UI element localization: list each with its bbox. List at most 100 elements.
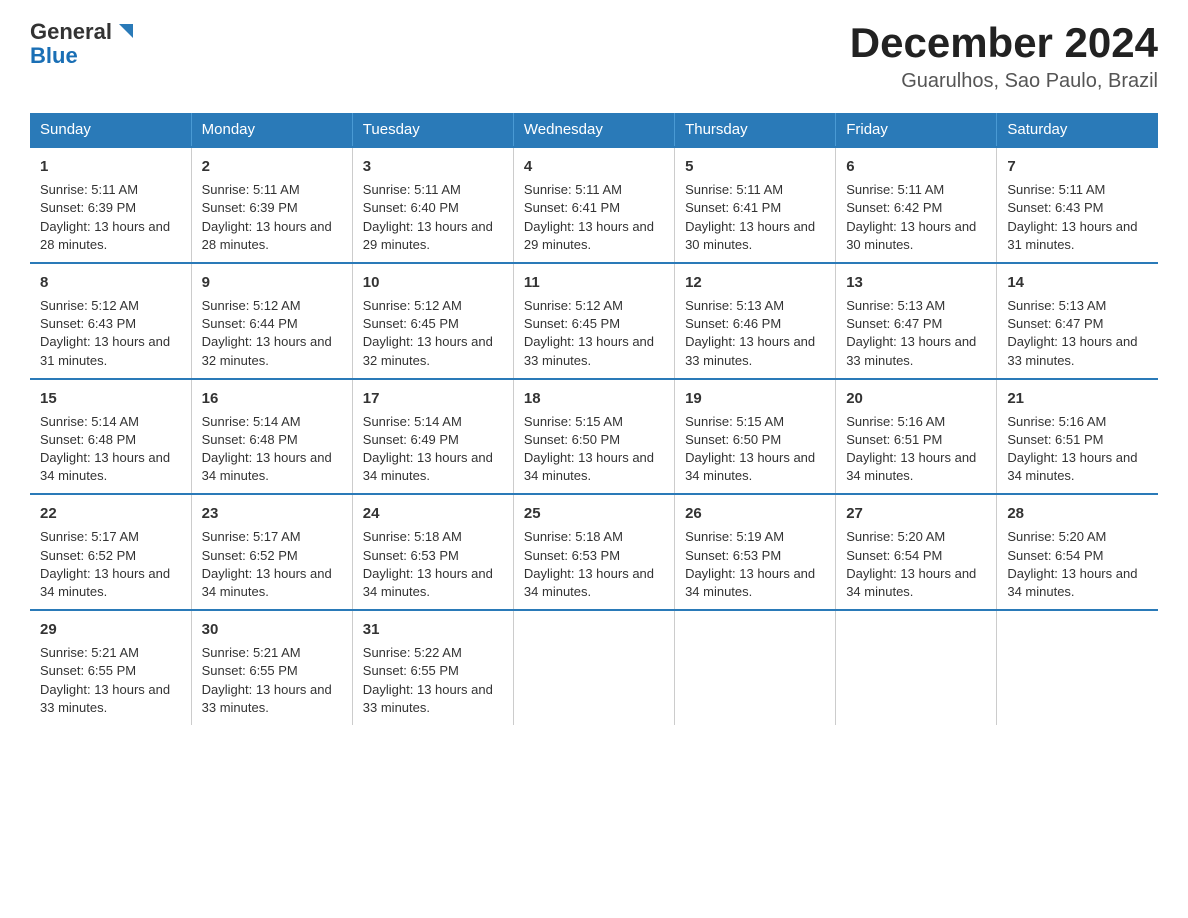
day-cell: 26 Sunrise: 5:19 AMSunset: 6:53 PMDaylig… — [675, 494, 836, 610]
day-info: Sunrise: 5:17 AMSunset: 6:52 PMDaylight:… — [40, 529, 170, 599]
day-cell: 24 Sunrise: 5:18 AMSunset: 6:53 PMDaylig… — [352, 494, 513, 610]
day-info: Sunrise: 5:11 AMSunset: 6:43 PMDaylight:… — [1007, 182, 1137, 252]
day-number: 12 — [685, 272, 825, 293]
header-row: SundayMondayTuesdayWednesdayThursdayFrid… — [30, 113, 1158, 147]
day-info: Sunrise: 5:13 AMSunset: 6:46 PMDaylight:… — [685, 298, 815, 368]
day-number: 6 — [846, 156, 986, 177]
col-header-wednesday: Wednesday — [513, 113, 674, 147]
day-info: Sunrise: 5:11 AMSunset: 6:39 PMDaylight:… — [40, 182, 170, 252]
day-info: Sunrise: 5:15 AMSunset: 6:50 PMDaylight:… — [524, 414, 654, 484]
day-cell: 18 Sunrise: 5:15 AMSunset: 6:50 PMDaylig… — [513, 379, 674, 495]
day-info: Sunrise: 5:11 AMSunset: 6:39 PMDaylight:… — [202, 182, 332, 252]
page-subtitle: Guarulhos, Sao Paulo, Brazil — [850, 70, 1158, 93]
day-info: Sunrise: 5:11 AMSunset: 6:42 PMDaylight:… — [846, 182, 976, 252]
day-cell: 3 Sunrise: 5:11 AMSunset: 6:40 PMDayligh… — [352, 147, 513, 263]
day-number: 1 — [40, 156, 181, 177]
col-header-tuesday: Tuesday — [352, 113, 513, 147]
day-number: 22 — [40, 503, 181, 524]
day-info: Sunrise: 5:18 AMSunset: 6:53 PMDaylight:… — [524, 529, 654, 599]
day-info: Sunrise: 5:12 AMSunset: 6:45 PMDaylight:… — [363, 298, 493, 368]
day-cell — [836, 610, 997, 725]
week-row-2: 8 Sunrise: 5:12 AMSunset: 6:43 PMDayligh… — [30, 263, 1158, 379]
logo-triangle-icon — [115, 20, 137, 42]
day-info: Sunrise: 5:12 AMSunset: 6:44 PMDaylight:… — [202, 298, 332, 368]
day-number: 14 — [1007, 272, 1148, 293]
day-info: Sunrise: 5:12 AMSunset: 6:43 PMDaylight:… — [40, 298, 170, 368]
day-cell: 7 Sunrise: 5:11 AMSunset: 6:43 PMDayligh… — [997, 147, 1158, 263]
day-info: Sunrise: 5:17 AMSunset: 6:52 PMDaylight:… — [202, 529, 332, 599]
day-number: 13 — [846, 272, 986, 293]
day-info: Sunrise: 5:21 AMSunset: 6:55 PMDaylight:… — [40, 645, 170, 715]
logo-general-text: General — [30, 20, 112, 44]
day-number: 27 — [846, 503, 986, 524]
day-number: 18 — [524, 388, 664, 409]
col-header-monday: Monday — [191, 113, 352, 147]
day-cell: 17 Sunrise: 5:14 AMSunset: 6:49 PMDaylig… — [352, 379, 513, 495]
day-number: 5 — [685, 156, 825, 177]
day-info: Sunrise: 5:14 AMSunset: 6:48 PMDaylight:… — [202, 414, 332, 484]
day-info: Sunrise: 5:14 AMSunset: 6:48 PMDaylight:… — [40, 414, 170, 484]
day-info: Sunrise: 5:22 AMSunset: 6:55 PMDaylight:… — [363, 645, 493, 715]
day-info: Sunrise: 5:13 AMSunset: 6:47 PMDaylight:… — [846, 298, 976, 368]
day-number: 28 — [1007, 503, 1148, 524]
day-number: 21 — [1007, 388, 1148, 409]
day-cell: 13 Sunrise: 5:13 AMSunset: 6:47 PMDaylig… — [836, 263, 997, 379]
day-info: Sunrise: 5:12 AMSunset: 6:45 PMDaylight:… — [524, 298, 654, 368]
day-number: 8 — [40, 272, 181, 293]
page-title: December 2024 — [850, 20, 1158, 66]
logo: General Blue — [30, 20, 137, 68]
day-number: 9 — [202, 272, 342, 293]
day-number: 26 — [685, 503, 825, 524]
day-number: 17 — [363, 388, 503, 409]
day-number: 11 — [524, 272, 664, 293]
title-block: December 2024 Guarulhos, Sao Paulo, Braz… — [850, 20, 1158, 93]
page-header: General Blue December 2024 Guarulhos, Sa… — [30, 20, 1158, 93]
calendar-header: SundayMondayTuesdayWednesdayThursdayFrid… — [30, 113, 1158, 147]
day-cell — [997, 610, 1158, 725]
day-number: 23 — [202, 503, 342, 524]
col-header-saturday: Saturday — [997, 113, 1158, 147]
week-row-1: 1 Sunrise: 5:11 AMSunset: 6:39 PMDayligh… — [30, 147, 1158, 263]
day-cell: 16 Sunrise: 5:14 AMSunset: 6:48 PMDaylig… — [191, 379, 352, 495]
day-info: Sunrise: 5:19 AMSunset: 6:53 PMDaylight:… — [685, 529, 815, 599]
col-header-friday: Friday — [836, 113, 997, 147]
day-number: 25 — [524, 503, 664, 524]
week-row-3: 15 Sunrise: 5:14 AMSunset: 6:48 PMDaylig… — [30, 379, 1158, 495]
day-cell: 4 Sunrise: 5:11 AMSunset: 6:41 PMDayligh… — [513, 147, 674, 263]
day-number: 20 — [846, 388, 986, 409]
day-cell: 5 Sunrise: 5:11 AMSunset: 6:41 PMDayligh… — [675, 147, 836, 263]
day-cell: 20 Sunrise: 5:16 AMSunset: 6:51 PMDaylig… — [836, 379, 997, 495]
day-cell: 27 Sunrise: 5:20 AMSunset: 6:54 PMDaylig… — [836, 494, 997, 610]
day-cell: 14 Sunrise: 5:13 AMSunset: 6:47 PMDaylig… — [997, 263, 1158, 379]
day-cell: 1 Sunrise: 5:11 AMSunset: 6:39 PMDayligh… — [30, 147, 191, 263]
day-info: Sunrise: 5:11 AMSunset: 6:41 PMDaylight:… — [524, 182, 654, 252]
calendar-table: SundayMondayTuesdayWednesdayThursdayFrid… — [30, 113, 1158, 725]
col-header-thursday: Thursday — [675, 113, 836, 147]
day-cell: 31 Sunrise: 5:22 AMSunset: 6:55 PMDaylig… — [352, 610, 513, 725]
day-info: Sunrise: 5:18 AMSunset: 6:53 PMDaylight:… — [363, 529, 493, 599]
day-number: 3 — [363, 156, 503, 177]
col-header-sunday: Sunday — [30, 113, 191, 147]
day-cell: 12 Sunrise: 5:13 AMSunset: 6:46 PMDaylig… — [675, 263, 836, 379]
week-row-5: 29 Sunrise: 5:21 AMSunset: 6:55 PMDaylig… — [30, 610, 1158, 725]
day-info: Sunrise: 5:14 AMSunset: 6:49 PMDaylight:… — [363, 414, 493, 484]
day-cell: 10 Sunrise: 5:12 AMSunset: 6:45 PMDaylig… — [352, 263, 513, 379]
day-number: 30 — [202, 619, 342, 640]
day-info: Sunrise: 5:15 AMSunset: 6:50 PMDaylight:… — [685, 414, 815, 484]
day-number: 16 — [202, 388, 342, 409]
week-row-4: 22 Sunrise: 5:17 AMSunset: 6:52 PMDaylig… — [30, 494, 1158, 610]
day-number: 29 — [40, 619, 181, 640]
day-cell: 2 Sunrise: 5:11 AMSunset: 6:39 PMDayligh… — [191, 147, 352, 263]
day-info: Sunrise: 5:16 AMSunset: 6:51 PMDaylight:… — [1007, 414, 1137, 484]
day-info: Sunrise: 5:20 AMSunset: 6:54 PMDaylight:… — [846, 529, 976, 599]
day-cell — [513, 610, 674, 725]
day-cell: 8 Sunrise: 5:12 AMSunset: 6:43 PMDayligh… — [30, 263, 191, 379]
day-cell: 29 Sunrise: 5:21 AMSunset: 6:55 PMDaylig… — [30, 610, 191, 725]
day-cell: 22 Sunrise: 5:17 AMSunset: 6:52 PMDaylig… — [30, 494, 191, 610]
day-cell: 30 Sunrise: 5:21 AMSunset: 6:55 PMDaylig… — [191, 610, 352, 725]
logo-blue-text: Blue — [30, 44, 137, 68]
day-cell: 19 Sunrise: 5:15 AMSunset: 6:50 PMDaylig… — [675, 379, 836, 495]
day-number: 4 — [524, 156, 664, 177]
day-number: 15 — [40, 388, 181, 409]
day-cell: 15 Sunrise: 5:14 AMSunset: 6:48 PMDaylig… — [30, 379, 191, 495]
